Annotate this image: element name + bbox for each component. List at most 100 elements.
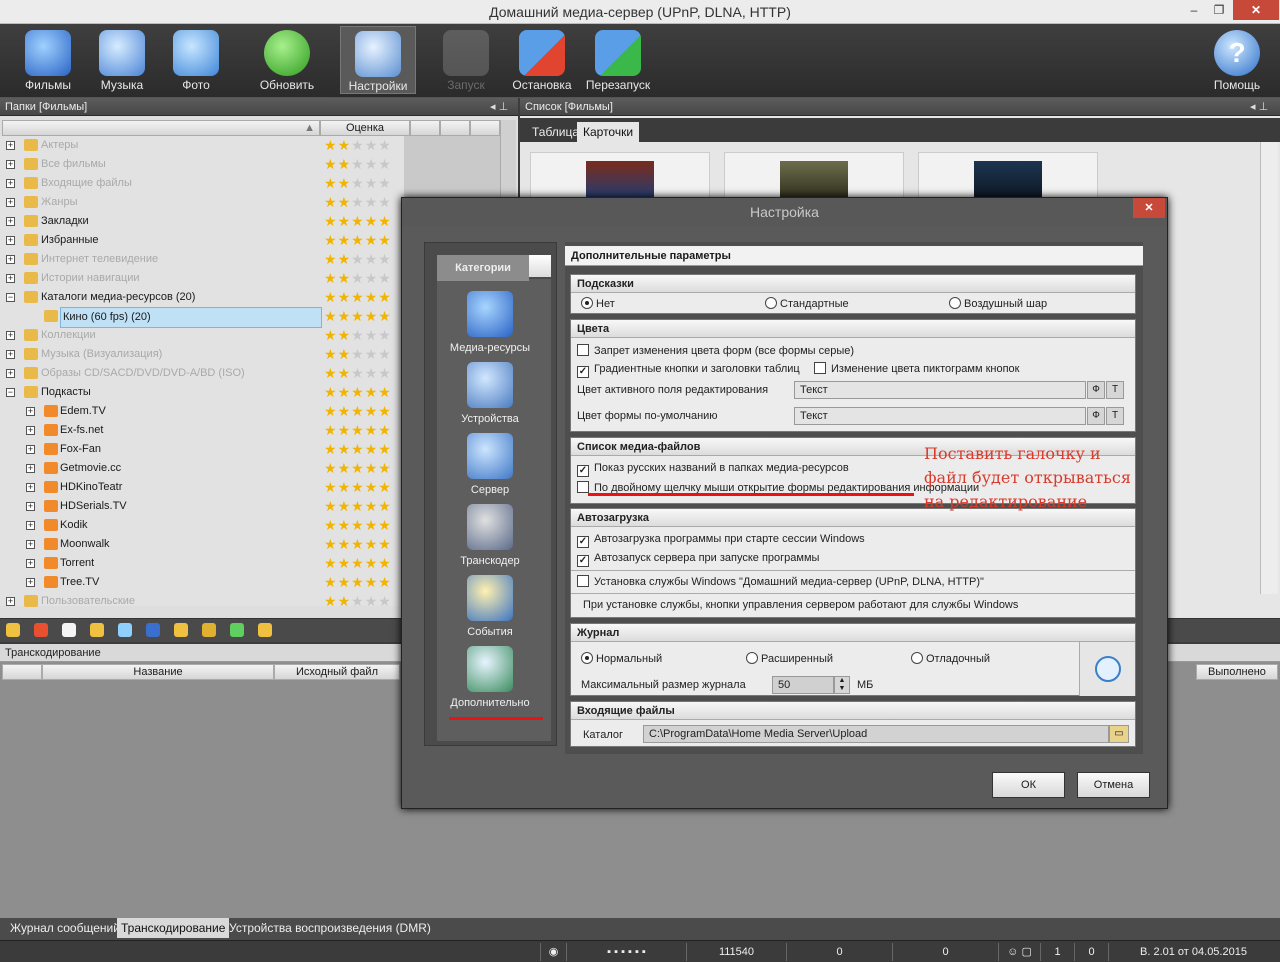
rating-stars[interactable]: ★★★★★ xyxy=(324,497,392,516)
expand-toggle-icon[interactable]: + xyxy=(6,236,15,245)
expand-toggle-icon[interactable]: + xyxy=(26,426,35,435)
rating-stars[interactable]: ★★★★★ xyxy=(324,193,392,212)
expand-toggle-icon[interactable]: + xyxy=(6,160,15,169)
rating-stars[interactable]: ★★★★★ xyxy=(324,573,392,592)
tree-tool-icon[interactable] xyxy=(174,623,188,637)
category-transcoder[interactable]: Транскодер xyxy=(435,504,545,567)
category-media[interactable]: Медиа-ресурсы xyxy=(435,291,545,354)
refresh-button[interactable]: Обновить xyxy=(249,26,325,94)
films-button[interactable]: Фильмы xyxy=(10,26,86,94)
minimize-button[interactable]: – xyxy=(1180,0,1208,20)
rating-stars[interactable]: ★★★★★ xyxy=(324,478,392,497)
tree-item[interactable]: + Закладки ★★★★★ xyxy=(0,212,404,231)
tree-tool-icon[interactable] xyxy=(90,623,104,637)
expand-toggle-icon[interactable]: + xyxy=(6,350,15,359)
music-button[interactable]: Музыка xyxy=(84,26,160,94)
tree-item[interactable]: − Каталоги медиа-ресурсов (20) ★★★★★ xyxy=(0,288,404,307)
expand-toggle-icon[interactable]: + xyxy=(26,578,35,587)
journal-extended-radio[interactable]: Расширенный xyxy=(746,651,833,667)
tree-item[interactable]: + Moonwalk ★★★★★ xyxy=(0,535,404,554)
tree-item[interactable]: + HDSerials.TV ★★★★★ xyxy=(0,497,404,516)
expand-toggle-icon[interactable]: + xyxy=(26,502,35,511)
tree-item[interactable]: + Edem.TV ★★★★★ xyxy=(0,402,404,421)
tree-item[interactable]: + Getmovie.cc ★★★★★ xyxy=(0,459,404,478)
restart-button[interactable]: Перезапуск xyxy=(580,26,656,94)
tree-item[interactable]: + Ex-fs.net ★★★★★ xyxy=(0,421,404,440)
tree-tool-icon[interactable] xyxy=(62,623,76,637)
category-devices[interactable]: Устройства xyxy=(435,362,545,425)
expand-toggle-icon[interactable]: + xyxy=(6,369,15,378)
rating-stars[interactable]: ★★★★★ xyxy=(324,402,392,421)
tree-tool-icon[interactable] xyxy=(146,623,160,637)
russian-names-checkbox[interactable]: ✓ Показ русских названий в папках медиа-р… xyxy=(577,460,849,477)
category-extra[interactable]: Дополнительно xyxy=(435,646,545,709)
tree-item[interactable]: + Пользовательские ★★★★★ xyxy=(0,592,404,611)
tree-item[interactable]: + Избранные ★★★★★ xyxy=(0,231,404,250)
rating-stars[interactable]: ★★★★★ xyxy=(324,383,392,402)
tree-item[interactable]: + Tree.TV ★★★★★ xyxy=(0,573,404,592)
rating-stars[interactable]: ★★★★★ xyxy=(324,592,392,611)
expand-toggle-icon[interactable]: + xyxy=(6,274,15,283)
help-button[interactable]: ? Помощь xyxy=(1199,26,1275,94)
expand-toggle-icon[interactable]: − xyxy=(6,388,15,397)
icon-color-checkbox[interactable]: Изменение цвета пиктограмм кнопок xyxy=(814,361,1019,377)
rating-stars[interactable]: ★★★★★ xyxy=(324,155,392,174)
tree-name-column[interactable]: ▲ xyxy=(2,120,320,136)
column-icon-1[interactable] xyxy=(410,120,440,136)
photo-button[interactable]: Фото xyxy=(158,26,234,94)
expand-toggle-icon[interactable]: + xyxy=(26,559,35,568)
tree-item[interactable]: + Актеры ★★★★★ xyxy=(0,136,404,155)
close-button[interactable]: ✕ xyxy=(1233,0,1279,20)
install-service-checkbox[interactable]: Установка службы Windows "Домашний медиа… xyxy=(577,574,984,590)
tree-item[interactable]: + Fox-Fan ★★★★★ xyxy=(0,440,404,459)
color-wheel-icon[interactable]: ◉ xyxy=(540,943,566,961)
font-button[interactable]: Ф xyxy=(1087,407,1105,425)
expand-toggle-icon[interactable]: + xyxy=(26,445,35,454)
rating-stars[interactable]: ★★★★★ xyxy=(324,174,392,193)
tree-tool-icon[interactable] xyxy=(6,623,20,637)
hint-none-radio[interactable]: Нет xyxy=(581,296,615,312)
expand-toggle-icon[interactable]: + xyxy=(26,540,35,549)
maximize-button[interactable]: ❐ xyxy=(1205,0,1233,20)
tree-item[interactable]: + Все фильмы ★★★★★ xyxy=(0,155,404,174)
rating-stars[interactable]: ★★★★★ xyxy=(324,307,392,326)
tree-item[interactable]: − Подкасты ★★★★★ xyxy=(0,383,404,402)
stop-button[interactable]: Остановка xyxy=(504,26,580,94)
tree-item[interactable]: Кино (60 fps) (20) ★★★★★ xyxy=(0,307,404,328)
expand-toggle-icon[interactable]: + xyxy=(6,198,15,207)
dialog-close-button[interactable]: ✕ xyxy=(1133,198,1165,218)
journal-size-spinner[interactable]: ▲ ▼ xyxy=(834,676,850,694)
tree-item[interactable]: + Жанры ★★★★★ xyxy=(0,193,404,212)
autostart-checkbox[interactable]: ✓ Автозагрузка программы при старте сесси… xyxy=(577,531,865,548)
expand-toggle-icon[interactable]: + xyxy=(6,141,15,150)
default-form-color-input[interactable]: Текст xyxy=(794,407,1086,425)
tree-tool-icon[interactable] xyxy=(202,623,216,637)
expand-toggle-icon[interactable]: + xyxy=(6,597,15,606)
pin-icon[interactable]: ◂ ⊥ xyxy=(490,98,508,116)
tree-tool-icon[interactable] xyxy=(230,623,244,637)
text-color-button[interactable]: Т xyxy=(1106,381,1124,399)
catalog-path-input[interactable]: C:\ProgramData\Home Media Server\Upload xyxy=(643,725,1109,743)
tab-dmr[interactable]: Устройства воспроизведения (DMR) xyxy=(225,918,435,938)
expand-toggle-icon[interactable]: + xyxy=(6,331,15,340)
rating-stars[interactable]: ★★★★★ xyxy=(324,516,392,535)
settings-button[interactable]: Настройки xyxy=(340,26,416,94)
column-icon-3[interactable] xyxy=(470,120,500,136)
active-field-color-input[interactable]: Текст xyxy=(794,381,1086,399)
transcode-col-source[interactable]: Исходный файл xyxy=(274,664,400,680)
rating-stars[interactable]: ★★★★★ xyxy=(324,459,392,478)
journal-debug-radio[interactable]: Отладочный xyxy=(911,651,990,667)
transcode-col-name[interactable]: Название xyxy=(42,664,274,680)
journal-size-input[interactable]: 50 xyxy=(772,676,834,694)
column-icon-2[interactable] xyxy=(440,120,470,136)
expand-toggle-icon[interactable]: + xyxy=(26,464,35,473)
tab-log[interactable]: Журнал сообщений xyxy=(6,918,124,938)
rating-stars[interactable]: ★★★★★ xyxy=(324,535,392,554)
tree-item[interactable]: + Интернет телевидение ★★★★★ xyxy=(0,250,404,269)
ok-button[interactable]: ОК xyxy=(992,772,1065,798)
journal-normal-radio[interactable]: Нормальный xyxy=(581,651,662,667)
rating-stars[interactable]: ★★★★★ xyxy=(324,288,392,307)
tree-tool-icon[interactable] xyxy=(258,623,272,637)
expand-toggle-icon[interactable]: + xyxy=(6,255,15,264)
rating-stars[interactable]: ★★★★★ xyxy=(324,345,392,364)
